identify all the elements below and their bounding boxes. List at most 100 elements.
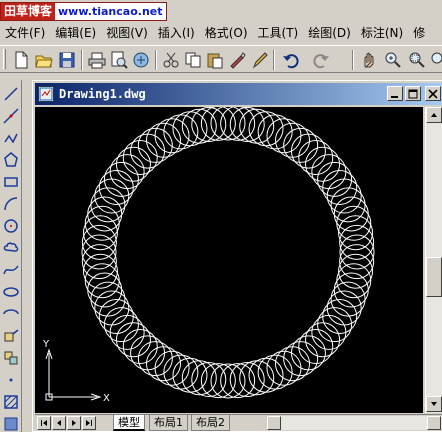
vertical-scrollbar[interactable] — [425, 107, 442, 413]
redo-icon[interactable] — [310, 49, 332, 71]
match-icon[interactable] — [226, 49, 248, 71]
arrayed-circle — [298, 329, 334, 365]
arrow-down-icon — [431, 402, 437, 406]
menu-dimension[interactable]: 标注(N) — [356, 23, 408, 43]
new-icon[interactable] — [10, 49, 32, 71]
arrayed-circle — [90, 187, 126, 223]
tab-layout1[interactable]: 布局1 — [149, 415, 188, 431]
ellipse-icon[interactable] — [1, 282, 21, 302]
paste-icon[interactable] — [204, 49, 226, 71]
first-icon — [41, 420, 47, 426]
arrayed-circle — [257, 114, 293, 150]
arrayed-circle — [311, 154, 347, 190]
arrayed-circle — [122, 329, 158, 365]
circle-array-ring — [81, 107, 375, 399]
arrayed-circle — [163, 354, 199, 390]
scroll-right-button[interactable] — [427, 416, 441, 430]
circle-icon[interactable] — [1, 216, 21, 236]
tab-next-button[interactable] — [67, 416, 81, 430]
ellipse-arc-icon[interactable] — [1, 304, 21, 324]
insert-block-icon[interactable] — [1, 326, 21, 346]
prev-icon — [57, 420, 61, 426]
maximize-icon — [408, 89, 418, 98]
polyline-icon[interactable] — [1, 128, 21, 148]
arrayed-circle — [115, 322, 151, 358]
zoom-previous-icon[interactable] — [428, 49, 442, 71]
menu-file[interactable]: 文件(F) — [0, 23, 50, 43]
ucs-x-label: X — [103, 393, 110, 404]
point-icon[interactable] — [1, 370, 21, 390]
model-space-canvas[interactable]: Y X — [35, 107, 423, 413]
close-button[interactable] — [425, 86, 441, 101]
next-icon — [72, 420, 76, 426]
scroll-left-button[interactable] — [267, 416, 281, 430]
arrayed-circle — [130, 133, 166, 169]
menu-view[interactable]: 视图(V) — [101, 23, 153, 43]
menu-draw[interactable]: 绘图(D) — [303, 23, 356, 43]
drawing-title: Drawing1.dwg — [59, 87, 146, 101]
line-icon[interactable] — [1, 84, 21, 104]
brush-icon[interactable] — [248, 49, 270, 71]
scroll-up-button[interactable] — [426, 107, 442, 123]
make-block-icon[interactable] — [1, 348, 21, 368]
toolbar-grip[interactable] — [3, 49, 6, 69]
menu-modify[interactable]: 修 — [408, 23, 430, 43]
publish-icon[interactable] — [130, 49, 152, 71]
arrayed-circle — [298, 139, 334, 175]
maximize-button[interactable] — [405, 86, 421, 101]
toolbar-separator — [155, 50, 157, 70]
save-icon[interactable] — [56, 49, 78, 71]
last-icon — [86, 420, 92, 426]
region-icon[interactable] — [1, 414, 21, 432]
drawing-file-icon[interactable] — [38, 86, 54, 102]
revcloud-icon[interactable] — [1, 238, 21, 258]
horizontal-scrollbar[interactable] — [267, 416, 442, 430]
close-icon — [428, 88, 438, 99]
autocad-app: 田草博客 www.tiancao.net 文件(F) 编辑(E) 视图(V) 插… — [0, 0, 442, 432]
arrayed-circle — [109, 154, 145, 190]
drawing-svg: Y X — [42, 107, 375, 404]
watermark-brand: 田草博客 — [1, 3, 56, 20]
tab-layout2[interactable]: 布局2 — [191, 415, 230, 431]
arrayed-circle — [290, 133, 326, 169]
ucs-icon: Y X — [42, 339, 110, 404]
toolbar-separator — [352, 50, 354, 70]
vertical-scroll-thumb[interactable] — [426, 257, 442, 297]
draw-toolbar — [0, 80, 22, 432]
tab-prev-button[interactable] — [52, 416, 66, 430]
pan-icon[interactable] — [358, 49, 380, 71]
toolbar-separator — [81, 50, 83, 70]
rectangle-icon[interactable] — [1, 172, 21, 192]
menu-bar: 文件(F) 编辑(E) 视图(V) 插入(I) 格式(O) 工具(T) 绘图(D… — [0, 22, 442, 44]
open-icon[interactable] — [33, 49, 55, 71]
menu-format[interactable]: 格式(O) — [200, 23, 253, 43]
arrayed-circle — [290, 335, 326, 371]
menu-insert[interactable]: 插入(I) — [153, 23, 200, 43]
hatch-icon[interactable] — [1, 392, 21, 412]
minimize-button[interactable] — [387, 86, 403, 101]
copy-icon[interactable] — [182, 49, 204, 71]
preview-icon[interactable] — [108, 49, 130, 71]
drawing-titlebar[interactable]: Drawing1.dwg — [35, 83, 442, 105]
menu-edit[interactable]: 编辑(E) — [50, 23, 101, 43]
zoom-window-icon[interactable] — [406, 49, 428, 71]
arrayed-circle — [109, 314, 145, 350]
undo-icon[interactable] — [280, 49, 302, 71]
arrayed-circle — [305, 322, 341, 358]
construction-line-icon[interactable] — [1, 106, 21, 126]
watermark-logo: 田草博客 www.tiancao.net — [0, 2, 167, 21]
standard-toolbar — [0, 45, 442, 73]
print-icon[interactable] — [86, 49, 108, 71]
arc-icon[interactable] — [1, 194, 21, 214]
arrayed-circle — [311, 314, 347, 350]
tab-model[interactable]: 模型 — [113, 415, 145, 431]
polygon-icon[interactable] — [1, 150, 21, 170]
tab-first-button[interactable] — [37, 416, 51, 430]
cut-icon[interactable] — [160, 49, 182, 71]
tab-last-button[interactable] — [82, 416, 96, 430]
zoom-realtime-icon[interactable] — [382, 49, 404, 71]
menu-tools[interactable]: 工具(T) — [253, 23, 304, 43]
spline-icon[interactable] — [1, 260, 21, 280]
scroll-down-button[interactable] — [426, 396, 442, 412]
toolbar-separator — [273, 50, 275, 70]
